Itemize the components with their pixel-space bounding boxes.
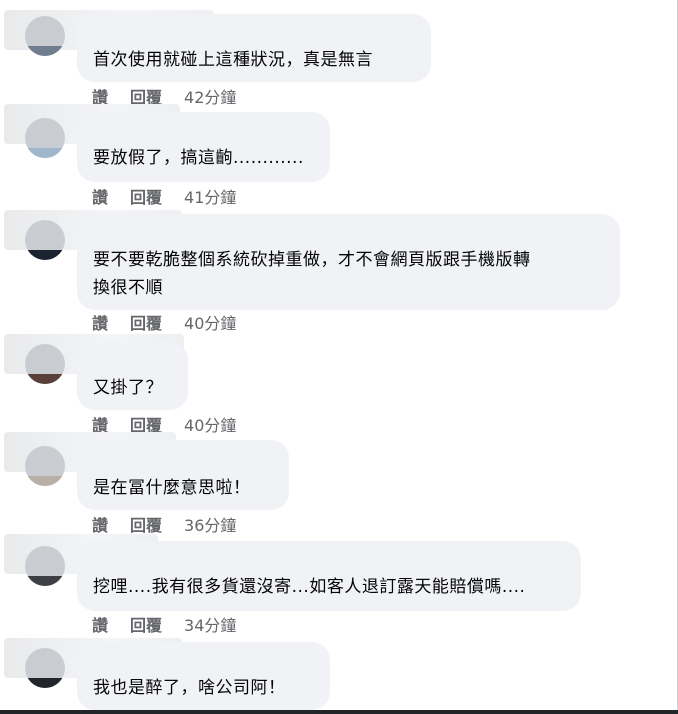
comment-text: 挖哩....我有很多貨還沒寄...如客人退訂露天能賠償嗎.... [93,577,526,597]
avatar[interactable] [25,220,65,260]
comment-timestamp[interactable]: 34分鐘 [184,612,236,636]
comment-text: 是在冨什麼意思啦！ [93,478,251,498]
avatar[interactable] [25,446,65,486]
comment-bubble: 首次使用就碰上這種狀況，真是無言 [77,14,431,82]
reply-button[interactable]: 回覆 [130,310,162,334]
comment-actions: 讚 回覆 42分鐘 [92,84,236,108]
comment-text: 要放假了，搞這齣............ [93,148,304,168]
avatar[interactable] [25,118,65,158]
comment-bubble: 要不要乾脆整個系統砍掉重做，才不會網頁版跟手機版轉 換很不順 [77,214,620,310]
like-button[interactable]: 讚 [92,612,108,636]
comment-text: 我也是醉了，啥公司阿！ [93,678,286,698]
comment-text: 又掛了？ [93,378,163,398]
comment-bubble: 我也是醉了，啥公司阿！ [77,642,330,710]
comment-actions: 讚 回覆 41分鐘 [92,184,236,208]
comment-timestamp[interactable]: 40分鐘 [184,310,236,334]
like-button[interactable]: 讚 [92,310,108,334]
comment-actions: 讚 回覆 40分鐘 [92,310,236,334]
comment-bubble: 是在冨什麼意思啦！ [77,440,289,510]
bottom-edge-bar [0,710,678,714]
avatar[interactable] [25,16,65,56]
comment-timestamp[interactable]: 36分鐘 [184,512,236,536]
comment-actions: 讚 回覆 34分鐘 [92,612,236,636]
comment-text: 首次使用就碰上這種狀況，真是無言 [93,50,373,70]
avatar[interactable] [25,648,65,688]
comment-actions: 讚 回覆 36分鐘 [92,512,236,536]
comment-bubble: 又掛了？ [77,342,188,410]
reply-button[interactable]: 回覆 [130,184,162,208]
avatar[interactable] [25,546,65,586]
comment-timestamp[interactable]: 42分鐘 [184,84,236,108]
like-button[interactable]: 讚 [92,512,108,536]
comment-timestamp[interactable]: 40分鐘 [184,412,236,436]
avatar[interactable] [25,344,65,384]
comment-actions: 讚 回覆 40分鐘 [92,412,236,436]
comment-text: 要不要乾脆整個系統砍掉重做，才不會網頁版跟手機版轉 換很不順 [93,250,531,298]
reply-button[interactable]: 回覆 [130,612,162,636]
like-button[interactable]: 讚 [92,184,108,208]
reply-button[interactable]: 回覆 [130,512,162,536]
comment-timestamp[interactable]: 41分鐘 [184,184,236,208]
comment-bubble: 挖哩....我有很多貨還沒寄...如客人退訂露天能賠償嗎.... [77,541,581,611]
comment-bubble: 要放假了，搞這齣............ [77,112,330,182]
